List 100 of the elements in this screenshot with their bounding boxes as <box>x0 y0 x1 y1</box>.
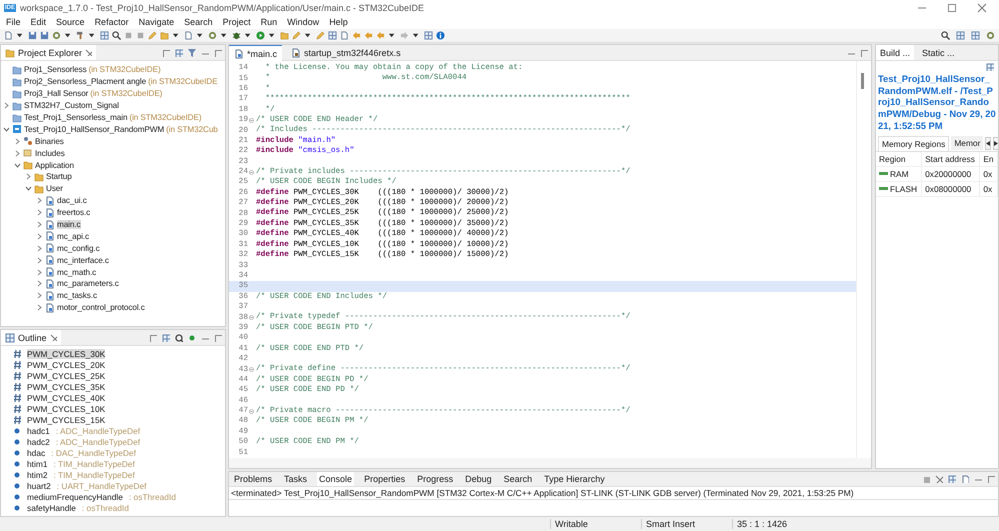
fold-icon[interactable] <box>249 170 254 175</box>
chevron-right-icon[interactable] <box>14 138 21 145</box>
fold-icon[interactable] <box>249 315 254 320</box>
close-icon[interactable] <box>977 2 987 12</box>
menu-item[interactable]: Search <box>184 17 213 27</box>
grid-icon[interactable] <box>948 475 956 483</box>
scroll-left-button[interactable] <box>985 136 992 150</box>
outline-item[interactable]: PWM_CYCLES_30K <box>27 348 106 358</box>
tree-item[interactable]: freertos.c <box>57 208 90 218</box>
close-icon[interactable] <box>935 475 943 483</box>
chevron-right-icon[interactable] <box>25 173 32 180</box>
outline-item[interactable]: safetyHandle <box>27 502 76 512</box>
tree-item[interactable]: mc_math.c <box>57 268 96 277</box>
caret-icon[interactable] <box>268 31 277 40</box>
chevron-right-icon[interactable] <box>36 221 43 228</box>
pencil-icon[interactable] <box>148 31 157 40</box>
save-all-icon[interactable] <box>40 31 49 40</box>
view-tab[interactable]: Type Hierarchy <box>542 472 607 486</box>
view-tab[interactable]: Console <box>317 472 354 486</box>
chevron-right-icon[interactable] <box>36 280 43 288</box>
menu-item[interactable]: File <box>6 17 21 27</box>
tree-item[interactable]: mc_interface.c <box>57 256 109 265</box>
pencil-icon[interactable] <box>292 31 301 40</box>
chevron-down-icon[interactable] <box>14 162 21 169</box>
tree-item[interactable]: STM32H7_Custom_Signal <box>24 101 119 110</box>
close-icon[interactable] <box>85 49 92 56</box>
caret-icon[interactable] <box>172 31 181 40</box>
outline-item[interactable]: PWM_CYCLES_10K <box>27 404 106 414</box>
outline-item[interactable]: huart2 <box>27 480 51 490</box>
grid-icon[interactable] <box>100 31 109 40</box>
menu-item[interactable]: Project <box>222 17 251 27</box>
forward-arrow-icon[interactable] <box>364 31 373 40</box>
chevron-right-icon[interactable] <box>36 209 43 216</box>
view-tab[interactable]: Static ... <box>918 45 959 60</box>
menu-item[interactable]: Help <box>329 17 348 27</box>
view-tab[interactable]: Problems <box>232 472 274 486</box>
fold-icon[interactable] <box>249 367 254 372</box>
outline-item[interactable]: mediumFrequencyHandle <box>27 492 123 502</box>
horizontal-scrollbar[interactable] <box>229 458 871 468</box>
caret-icon[interactable] <box>412 31 421 40</box>
search-icon[interactable] <box>941 31 950 40</box>
chevron-right-icon[interactable] <box>36 244 43 252</box>
column-header[interactable]: Start address <box>922 152 980 166</box>
chevron-right-icon[interactable] <box>36 292 43 300</box>
save-icon[interactable] <box>28 31 37 40</box>
chevron-down-icon[interactable] <box>3 126 10 133</box>
grid-icon[interactable] <box>424 31 433 40</box>
editor-tab[interactable]: *main.c <box>229 45 282 61</box>
outline-item[interactable]: hdac <box>27 448 46 458</box>
grid-icon[interactable] <box>956 31 965 40</box>
outline-item[interactable]: PWM_CYCLES_35K <box>27 382 106 392</box>
new-file-icon[interactable] <box>4 31 13 40</box>
tree-item[interactable]: Includes <box>35 148 65 158</box>
caret-icon[interactable] <box>244 31 253 40</box>
caret-icon[interactable] <box>64 31 73 40</box>
outline-item[interactable]: htim2 <box>27 470 48 480</box>
tree-item[interactable]: dac_ui.c <box>57 196 87 206</box>
tree-item[interactable]: mc_tasks.c <box>57 291 97 300</box>
outline-item[interactable]: PWM_CYCLES_40K <box>27 392 106 402</box>
page-icon[interactable] <box>961 475 969 483</box>
fold-icon[interactable] <box>249 408 254 414</box>
outline-item[interactable]: hadc2 <box>27 436 50 446</box>
tree-item[interactable]: Proj2_Sensorless_Placment angle <box>24 77 146 86</box>
maximize-icon[interactable] <box>214 334 222 342</box>
folder-icon[interactable] <box>160 31 169 40</box>
back-arrow-icon[interactable] <box>352 31 361 40</box>
page-icon[interactable] <box>340 31 349 40</box>
caret-icon[interactable] <box>88 31 97 40</box>
tree-item[interactable]: Proj3_Hall Sensor <box>24 89 88 98</box>
outline-item[interactable]: PWM_CYCLES_15K <box>27 414 106 424</box>
menu-item[interactable]: Navigate <box>138 17 174 27</box>
menu-item[interactable]: Run <box>260 17 278 27</box>
tree-item[interactable]: motor_control_protocol.c <box>57 303 145 312</box>
folder-icon[interactable] <box>280 31 289 40</box>
view-tab[interactable]: Tasks <box>282 472 310 486</box>
tree-item[interactable]: mc_config.c <box>57 244 100 253</box>
elf-file-link[interactable]: Test_Proj10_HallSensor_RandomPWM.elf - /Test_Proj10_HallSensor_RandomPWM/Debug - Nov 29, 2021, 1:52:55 PM <box>876 73 998 136</box>
view-tab[interactable]: Debug <box>463 472 494 486</box>
view-tab[interactable]: Search <box>502 472 534 486</box>
page-icon[interactable] <box>184 31 193 40</box>
info-icon[interactable] <box>436 31 445 40</box>
outline-item[interactable]: PWM_CYCLES_25K <box>27 370 106 380</box>
run-icon[interactable] <box>256 31 265 40</box>
menu-item[interactable]: Window <box>287 17 320 27</box>
chevron-right-icon[interactable] <box>14 150 21 157</box>
tree-item[interactable]: Startup <box>46 172 72 182</box>
caret-icon[interactable] <box>16 31 25 40</box>
grid-icon[interactable] <box>971 31 980 40</box>
tree-item[interactable]: Proj1_Sensorless <box>24 65 87 74</box>
subtab[interactable]: Memory Regions <box>878 136 950 151</box>
grid-icon[interactable] <box>328 31 337 40</box>
scroll-right-button[interactable] <box>993 136 998 150</box>
chevron-down-icon[interactable] <box>25 185 32 192</box>
caret-icon[interactable] <box>196 31 205 40</box>
dot-icon[interactable] <box>188 334 196 342</box>
stop-icon[interactable] <box>922 475 930 483</box>
restore-icon[interactable] <box>947 2 957 12</box>
menu-item[interactable]: Source <box>56 17 85 27</box>
search-icon[interactable] <box>112 31 121 40</box>
hammer-icon[interactable] <box>76 31 85 40</box>
